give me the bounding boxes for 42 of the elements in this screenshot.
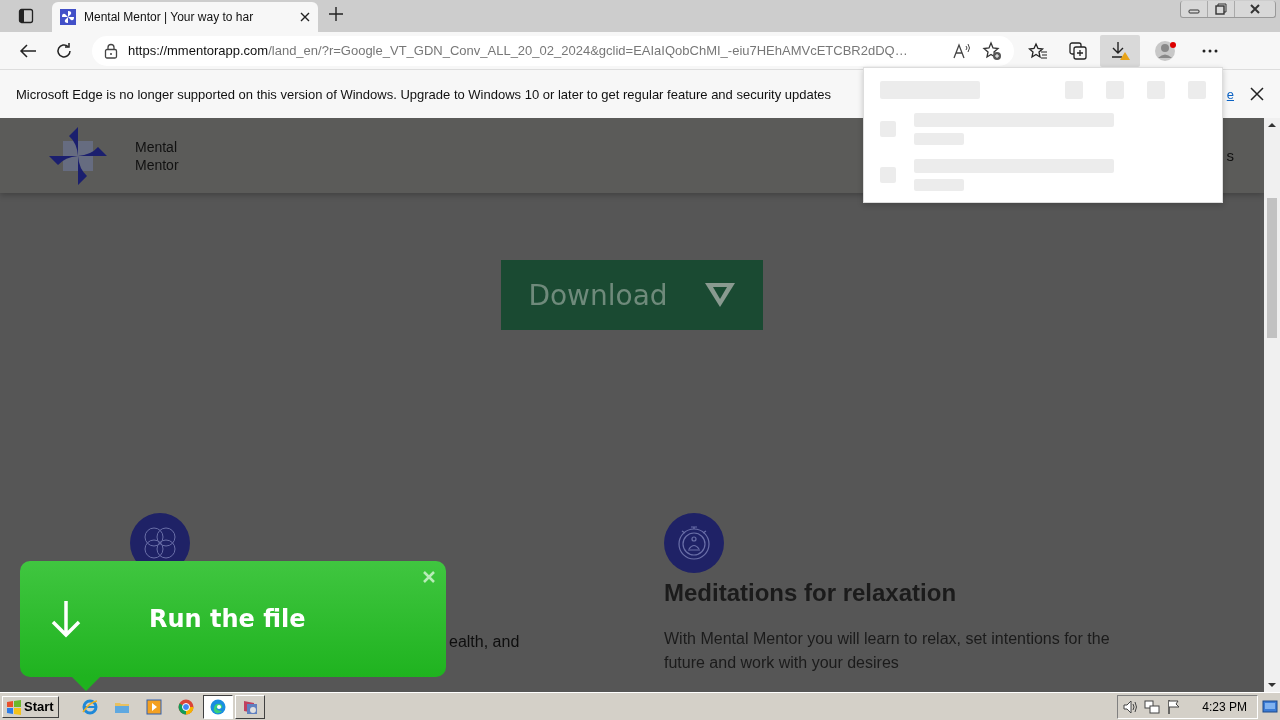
app-window-icon <box>241 698 258 715</box>
favorites-icon[interactable] <box>1028 41 1048 60</box>
chrome-icon <box>177 698 194 715</box>
ie-browser-icon <box>81 698 98 715</box>
feature-text: With Mental Mentor you will learn to relax, set intentions for the future and work with your desires <box>664 629 1111 673</box>
browser-tab[interactable]: Mental Mentor | Your way to har <box>52 2 318 32</box>
downloads-button[interactable] <box>1100 34 1140 67</box>
show-desktop-icon[interactable] <box>1262 698 1278 715</box>
windows-flag-icon <box>6 698 22 715</box>
taskbar-app[interactable] <box>202 694 233 719</box>
pinwheel-icon <box>60 9 76 25</box>
meditation-timer-icon <box>664 513 724 573</box>
info-message: Microsoft Edge is no longer supported on this version of Windows. Upgrade to Windows 10 or later to get regular feature and security updates <box>16 86 832 102</box>
learn-more-link[interactable]: e <box>1226 86 1234 102</box>
lock-icon <box>104 42 118 59</box>
address-bar[interactable]: https://mmentorapp.com/land_en/?r=Google_VT_GDN_Conv_ALL_20_02_2024&gclid=EAIaIQobChMI_-eiu7HEhAMVcETCBR2dDQ… <box>92 35 1014 66</box>
edge-browser-icon <box>209 698 226 715</box>
collections-icon[interactable] <box>1068 40 1088 61</box>
feature-text: ealth, and <box>449 632 521 652</box>
speaker-icon[interactable] <box>1122 698 1139 715</box>
network-icon[interactable] <box>1144 698 1161 715</box>
popup-title: Run the file <box>149 605 306 633</box>
back-icon[interactable] <box>19 42 37 59</box>
scrollbar[interactable] <box>1264 118 1280 692</box>
download-warning-icon <box>1109 40 1131 61</box>
profile-avatar-icon[interactable] <box>1154 38 1178 63</box>
media-player-icon <box>145 698 162 715</box>
tab-actions-icon[interactable] <box>18 8 34 24</box>
start-button[interactable]: Start <box>2 695 59 718</box>
logo-text: Mental Mentor <box>135 137 180 174</box>
url-text: https://mmentorapp.com/land_en/?r=Google_VT_GDN_Conv_ALL_20_02_2024&gclid=EAIaIQobChMI_-eiu7HEhAMVcETCBR2dDQ… <box>128 43 909 58</box>
read-aloud-icon[interactable] <box>952 41 972 60</box>
feature-title: Meditations for relaxation <box>664 579 958 607</box>
triangle-down-icon <box>703 282 736 308</box>
clock: 4:23 PM <box>1202 699 1247 714</box>
close-icon[interactable] <box>1250 87 1264 101</box>
new-tab-icon[interactable] <box>328 6 344 22</box>
more-icon[interactable] <box>1202 48 1218 53</box>
refresh-icon[interactable] <box>55 41 73 60</box>
close-icon[interactable] <box>300 12 310 22</box>
add-favorite-icon[interactable] <box>982 40 1002 61</box>
scroll-thumb[interactable] <box>1267 198 1277 338</box>
